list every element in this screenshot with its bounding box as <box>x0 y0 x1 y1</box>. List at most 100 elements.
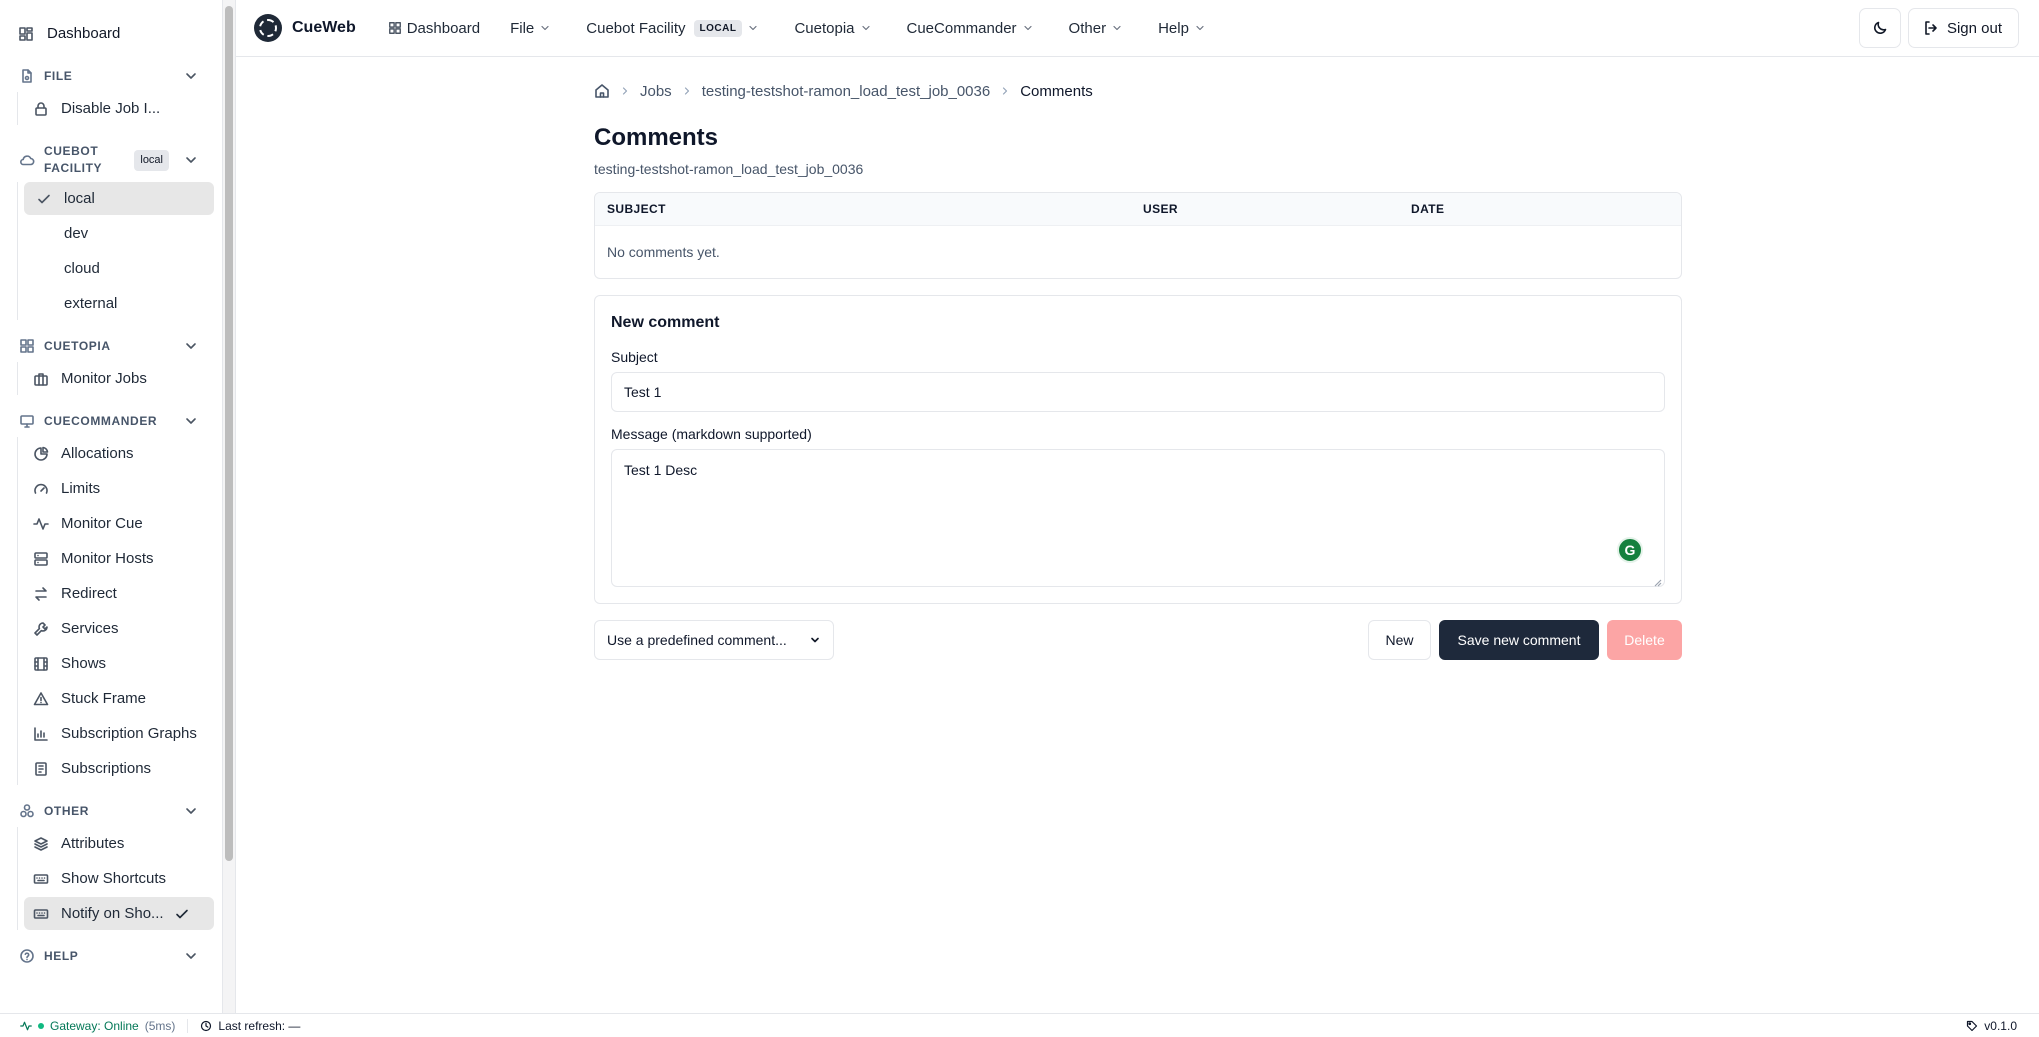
save-new-comment-button[interactable]: Save new comment <box>1439 620 1599 660</box>
wrench-icon <box>33 621 49 637</box>
shapes-icon <box>19 803 35 819</box>
check-icon <box>174 906 190 922</box>
chevron-right-icon <box>681 85 693 97</box>
resize-handle-icon[interactable] <box>1652 574 1662 587</box>
subject-input[interactable] <box>611 372 1665 412</box>
grid-icon <box>19 338 35 354</box>
bar-chart-icon <box>33 726 49 742</box>
cueweb-logo-icon <box>254 14 282 42</box>
gateway-status: Gateway: Online (5ms) <box>20 1019 175 1033</box>
chevron-down-icon <box>1194 22 1206 34</box>
sidebar-item-label: Limits <box>61 480 101 497</box>
sidebar-item-label: Stuck Frame <box>61 690 147 707</box>
nav-cuetopia-menu[interactable]: Cuetopia <box>794 20 876 37</box>
sidebar-item-redirect[interactable]: Redirect <box>24 577 214 610</box>
sidebar-item-cloud[interactable]: cloud <box>24 252 214 285</box>
help-circle-icon <box>19 948 35 964</box>
sidebar-group-cuebot-facility[interactable]: CUEBOT FACILITY local <box>0 142 222 178</box>
sidebar-scrollbar-thumb[interactable] <box>225 6 233 861</box>
brand-name: CueWeb <box>292 19 356 36</box>
keyboard-icon <box>33 906 49 922</box>
sidebar-group-file[interactable]: FILE <box>0 67 222 85</box>
sidebar-item-monitor-jobs[interactable]: Monitor Jobs <box>24 362 214 395</box>
chevron-down-icon <box>809 634 821 646</box>
sidebar-item-monitor-cue[interactable]: Monitor Cue <box>24 507 214 540</box>
online-dot <box>38 1022 44 1029</box>
delete-button[interactable]: Delete <box>1607 620 1682 660</box>
sign-out-label: Sign out <box>1946 19 2002 37</box>
grammarly-icon[interactable]: G <box>1617 537 1643 563</box>
breadcrumb-jobs-link[interactable]: Jobs <box>640 83 672 100</box>
column-header-date[interactable]: DATE <box>1399 202 1681 216</box>
top-navigation-bar: CueWeb Dashboard File Cuebot Facility LO… <box>236 0 2039 57</box>
chevron-down-icon <box>183 413 199 429</box>
sidebar-item-shows[interactable]: Shows <box>24 647 214 680</box>
nav-other-menu[interactable]: Other <box>1069 20 1129 37</box>
sidebar-item-label: Notify on Sho... <box>61 905 164 922</box>
message-textarea[interactable]: Test 1 Desc <box>611 449 1665 587</box>
sidebar-item-subscription-graphs[interactable]: Subscription Graphs <box>24 717 214 750</box>
sign-out-button[interactable]: Sign out <box>1907 8 2019 48</box>
sidebar-list-cuebot: local dev cloud external <box>17 182 214 320</box>
column-header-user[interactable]: USER <box>1131 202 1399 216</box>
file-settings-icon <box>19 68 35 84</box>
check-icon <box>36 191 52 207</box>
chevron-right-icon <box>619 85 631 97</box>
sidebar-item-label: Shows <box>61 655 107 672</box>
nav-cuebot-facility-menu[interactable]: Cuebot Facility LOCAL <box>586 19 764 37</box>
empty-state-message: No comments yet. <box>607 244 720 260</box>
chevron-down-icon <box>747 22 759 34</box>
sidebar-item-allocations[interactable]: Allocations <box>24 437 214 470</box>
gauge-icon <box>33 481 49 497</box>
sidebar-item-label: Services <box>61 620 119 637</box>
home-icon[interactable] <box>594 83 610 99</box>
sidebar-item-label: Allocations <box>61 445 134 462</box>
status-bar: Gateway: Online (5ms) Last refresh: — v0… <box>0 1013 2039 1037</box>
new-button[interactable]: New <box>1368 620 1431 660</box>
sidebar-item-label: Disable Job I... <box>61 100 161 117</box>
monitor-icon <box>19 413 35 429</box>
sidebar-item-show-shortcuts[interactable]: Show Shortcuts <box>24 862 214 895</box>
sidebar-item-external[interactable]: external <box>24 287 214 320</box>
sidebar-list-other: Attributes Show Shortcuts Notify on Sho.… <box>17 827 214 930</box>
sidebar-group-other[interactable]: OTHER <box>0 802 222 820</box>
sidebar-group-label: CUECOMMANDER <box>44 414 158 428</box>
nav-cuecommander-menu[interactable]: CueCommander <box>907 20 1039 37</box>
sidebar-group-label: CUETOPIA <box>44 339 111 353</box>
sidebar-group-cuecommander[interactable]: CUECOMMANDER <box>0 412 222 430</box>
sidebar-item-subscriptions[interactable]: Subscriptions <box>24 752 214 785</box>
job-name-subtitle: testing-testshot-ramon_load_test_job_003… <box>594 161 864 177</box>
nav-help-menu[interactable]: Help <box>1158 20 1211 37</box>
nav-label: CueCommander <box>906 19 1017 37</box>
sidebar-item-attributes[interactable]: Attributes <box>24 827 214 860</box>
breadcrumb-job-link[interactable]: testing-testshot-ramon_load_test_job_003… <box>702 83 991 100</box>
sidebar-group-cuetopia[interactable]: CUETOPIA <box>0 337 222 355</box>
sidebar-item-limits[interactable]: Limits <box>24 472 214 505</box>
sidebar-item-monitor-hosts[interactable]: Monitor Hosts <box>24 542 214 575</box>
sidebar-group-label: OTHER <box>44 804 89 818</box>
sidebar-item-dashboard[interactable]: Dashboard <box>0 17 222 50</box>
sidebar-item-notify-on-show[interactable]: Notify on Sho... <box>24 897 214 930</box>
table-header: SUBJECT USER DATE <box>595 193 1681 226</box>
comment-actions: Use a predefined comment... New Save new… <box>594 620 1682 660</box>
column-header-subject[interactable]: SUBJECT <box>595 202 1131 216</box>
sidebar-item-services[interactable]: Services <box>24 612 214 645</box>
sidebar-item-disable-job[interactable]: Disable Job I... <box>24 92 214 125</box>
sidebar-item-stuck-frame[interactable]: Stuck Frame <box>24 682 214 715</box>
tag-icon <box>1966 1020 1978 1032</box>
sidebar-item-dev[interactable]: dev <box>24 217 214 250</box>
new-comment-form: New comment Subject Message (markdown su… <box>594 295 1682 604</box>
theme-toggle-button[interactable] <box>1858 8 1901 48</box>
sidebar-group-help[interactable]: HELP <box>0 947 222 965</box>
brand[interactable]: CueWeb <box>254 14 356 42</box>
sidebar-item-label: Monitor Jobs <box>61 370 147 387</box>
chevron-down-icon <box>860 22 872 34</box>
version-text: v0.1.0 <box>1984 1018 2017 1033</box>
nav-file-menu[interactable]: File <box>510 20 556 37</box>
predefined-comment-select[interactable]: Use a predefined comment... <box>594 620 834 660</box>
chevron-down-icon <box>1022 22 1034 34</box>
nav-label: Help <box>1158 19 1189 37</box>
sidebar-item-local[interactable]: local <box>24 182 214 215</box>
sidebar-item-label: Redirect <box>61 585 117 602</box>
nav-dashboard[interactable]: Dashboard <box>388 20 480 37</box>
